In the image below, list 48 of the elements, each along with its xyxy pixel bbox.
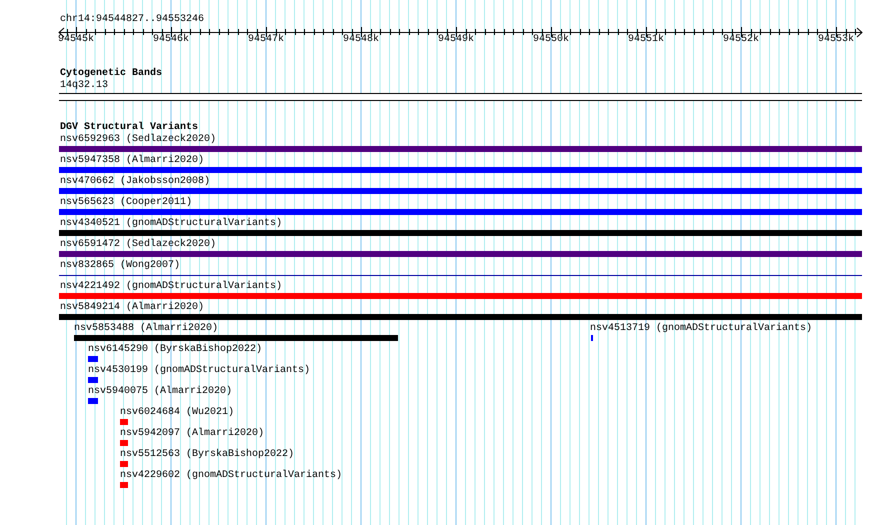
variant-line[interactable]: [59, 275, 862, 276]
cytoband-label: 14q32.13: [60, 80, 108, 92]
track-title: Cytogenetic Bands: [60, 68, 162, 80]
variant-bar[interactable]: [88, 377, 98, 383]
variant-label[interactable]: nsv4530199 (gnomADStructuralVariants): [88, 365, 310, 377]
variant-bar[interactable]: [120, 482, 128, 488]
variant-bar[interactable]: [59, 209, 862, 215]
variant-label[interactable]: nsv6591472 (Sedlazeck2020): [60, 239, 216, 251]
variant-bar[interactable]: [120, 461, 128, 467]
variant-bar[interactable]: [88, 398, 98, 404]
variant-label[interactable]: nsv4221492 (gnomADStructuralVariants): [60, 281, 282, 293]
variant-bar[interactable]: [59, 188, 862, 194]
ruler-tick-label: 94547k: [248, 34, 284, 46]
variant-bar[interactable]: [59, 293, 862, 299]
variant-label[interactable]: nsv4340521 (gnomADStructuralVariants): [60, 218, 282, 230]
variant-label[interactable]: nsv470662 (Jakobsson2008): [60, 176, 210, 188]
variant-label[interactable]: nsv5853488 (Almarri2020): [74, 323, 218, 335]
variant-label[interactable]: nsv5512563 (ByrskaBishop2022): [120, 449, 294, 461]
variant-bar[interactable]: [59, 146, 862, 152]
ruler-tick-label: 94545k: [58, 34, 94, 46]
ruler-tick-label: 94553k: [818, 34, 854, 46]
variant-label[interactable]: nsv5940075 (Almarri2020): [88, 386, 232, 398]
ruler-tick-label: 94551k: [628, 34, 664, 46]
variant-bar[interactable]: [120, 419, 128, 425]
variant-bar[interactable]: [59, 251, 862, 257]
track-title: DGV Structural Variants: [60, 122, 198, 134]
variant-label[interactable]: nsv5849214 (Almarri2020): [60, 302, 204, 314]
variant-label[interactable]: nsv832865 (Wong2007): [60, 260, 180, 272]
variant-bar[interactable]: [59, 314, 862, 320]
variant-label[interactable]: nsv6592963 (Sedlazeck2020): [60, 134, 216, 146]
variant-label[interactable]: nsv6024684 (Wu2021): [120, 407, 234, 419]
ruler-tick-label: 94546k: [153, 34, 189, 46]
variant-bar[interactable]: [59, 167, 862, 173]
ruler-tick-label: 94552k: [723, 34, 759, 46]
ruler-tick-label: 94548k: [343, 34, 379, 46]
variant-bar[interactable]: [59, 230, 862, 236]
variant-label[interactable]: nsv4229602 (gnomADStructuralVariants): [120, 470, 342, 482]
variant-label[interactable]: nsv6145290 (ByrskaBishop2022): [88, 344, 262, 356]
variant-bar[interactable]: [120, 440, 128, 446]
variant-bar[interactable]: [74, 335, 398, 341]
region-label: chr14:94544827..94553246: [60, 14, 204, 26]
ruler-tick-label: 94550k: [533, 34, 569, 46]
variant-label[interactable]: nsv565623 (Cooper2011): [60, 197, 192, 209]
variant-label[interactable]: nsv5947358 (Almarri2020): [60, 155, 204, 167]
variant-label[interactable]: nsv5942097 (Almarri2020): [120, 428, 264, 440]
variant-label[interactable]: nsv4513719 (gnomADStructuralVariants): [590, 323, 812, 335]
variant-bar[interactable]: [88, 356, 98, 362]
ruler-tick-label: 94549k: [438, 34, 474, 46]
